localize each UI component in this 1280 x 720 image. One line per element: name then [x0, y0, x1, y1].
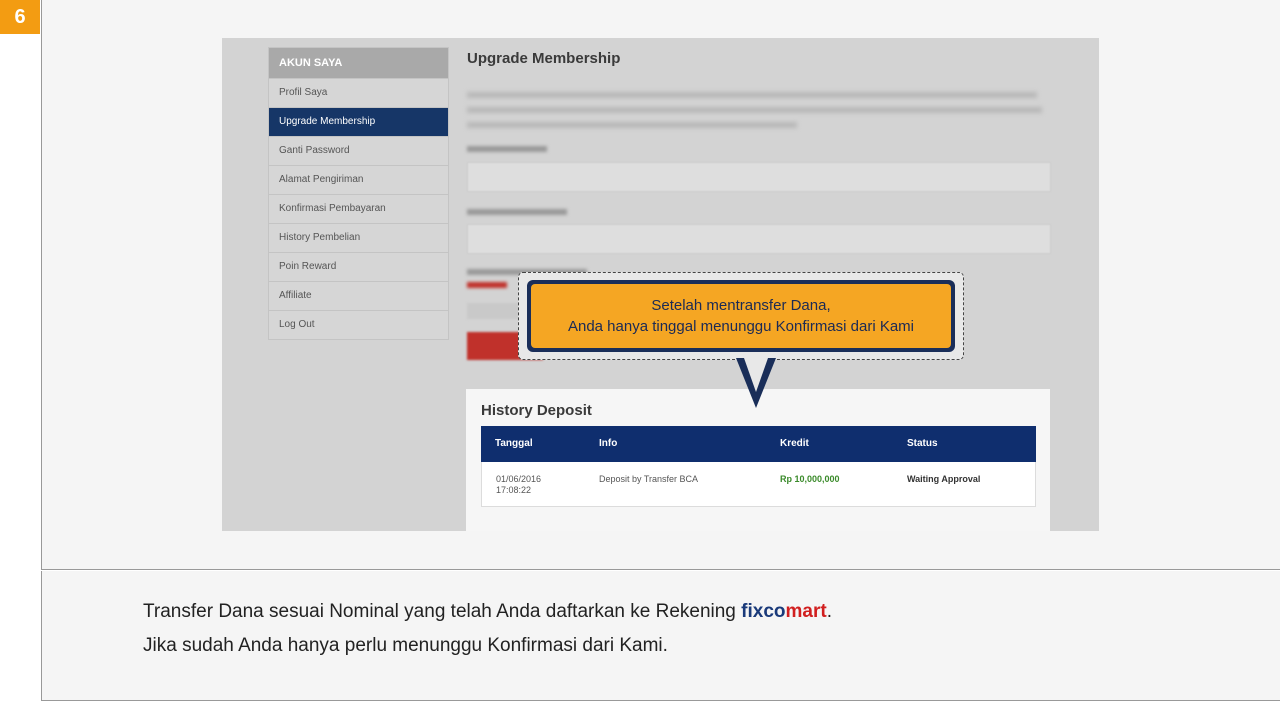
sidebar-item-affiliate[interactable]: Affiliate [269, 281, 448, 310]
column-header-tanggal: Tanggal [495, 438, 533, 449]
sidebar-item-log-out[interactable]: Log Out [269, 310, 448, 339]
callout-line-2: Anda hanya tinggal menunggu Konfirmasi d… [567, 318, 915, 335]
column-header-info: Info [599, 438, 618, 449]
blurred-link[interactable] [467, 282, 507, 288]
sidebar-item-konfirmasi-pembayaran[interactable]: Konfirmasi Pembayaran [269, 194, 448, 223]
caption-line-2: Jika sudah Anda hanya perlu menunggu Kon… [143, 635, 668, 656]
company-name-field[interactable] [467, 162, 1051, 192]
history-deposit-title: History Deposit [481, 402, 592, 419]
column-header-status: Status [907, 438, 938, 449]
sidebar-item-history-pembelian[interactable]: History Pembelian [269, 223, 448, 252]
history-deposit-card: History Deposit Tanggal Info Kredit Stat… [466, 389, 1050, 531]
row-date-value: 01/06/2016 [496, 474, 542, 484]
callout-pointer-arrow [736, 358, 776, 408]
brand-name-part-2: mart [785, 601, 827, 622]
choose-file-button[interactable] [467, 303, 523, 319]
table-header: Tanggal Info Kredit Status [481, 426, 1036, 462]
blurred-field-label [467, 209, 567, 215]
caption-line-1-suffix: . [826, 601, 832, 622]
sidebar-header: AKUN SAYA [269, 48, 448, 78]
account-sidebar: AKUN SAYA Profil Saya Upgrade Membership… [268, 47, 449, 340]
caption-panel: Transfer Dana sesuai Nominal yang telah … [41, 571, 1280, 701]
callout-annotation: Setelah mentransfer Dana, Anda hanya tin… [518, 272, 964, 360]
blurred-field-label [467, 146, 547, 152]
callout-border: Setelah mentransfer Dana, Anda hanya tin… [527, 280, 955, 352]
sidebar-item-ganti-password[interactable]: Ganti Password [269, 136, 448, 165]
sidebar-item-profil-saya[interactable]: Profil Saya [269, 78, 448, 107]
npwp-field[interactable] [467, 224, 1051, 254]
caption-line-1-text: Transfer Dana sesuai Nominal yang telah … [143, 601, 742, 622]
column-header-kredit: Kredit [780, 438, 809, 449]
row-date: 01/06/2016 17:08:22 [496, 474, 541, 496]
history-deposit-table: Tanggal Info Kredit Status 01/06/2016 17… [481, 426, 1036, 507]
row-kredit: Rp 10,000,000 [780, 474, 840, 484]
page-title: Upgrade Membership [467, 50, 621, 67]
sidebar-item-upgrade-membership[interactable]: Upgrade Membership [269, 107, 448, 136]
row-info: Deposit by Transfer BCA [599, 474, 699, 484]
row-time-value: 17:08:22 [496, 485, 532, 495]
callout-box: Setelah mentransfer Dana, Anda hanya tin… [531, 284, 951, 348]
sidebar-item-alamat-pengiriman[interactable]: Alamat Pengiriman [269, 165, 448, 194]
sidebar-item-poin-reward[interactable]: Poin Reward [269, 252, 448, 281]
brand-name-part-1: fixco [741, 601, 786, 622]
row-status: Waiting Approval [907, 474, 981, 484]
callout-line-1: Setelah mentransfer Dana, [651, 297, 831, 314]
caption-line-1: Transfer Dana sesuai Nominal yang telah … [143, 601, 832, 623]
blurred-description [467, 86, 1047, 136]
step-number-badge: 6 [0, 0, 40, 34]
